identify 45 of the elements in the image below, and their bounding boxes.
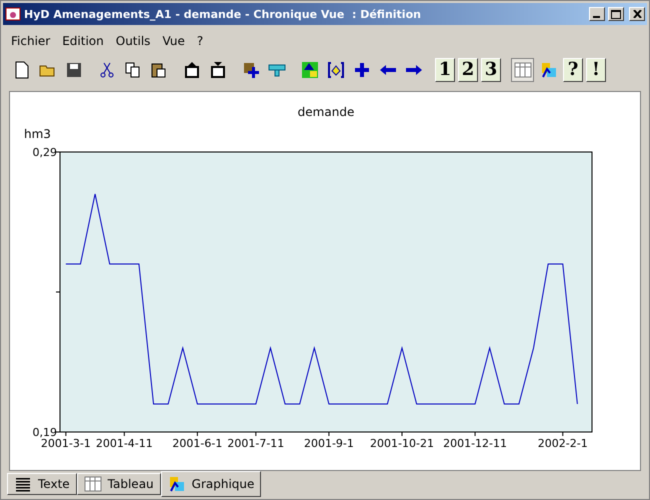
x-tick-label: 2002-2-1 <box>538 437 588 450</box>
table-icon <box>514 61 532 79</box>
x-tick-label: 2001-4-11 <box>96 437 153 450</box>
y-tick-label: 0,19 <box>32 426 57 439</box>
x-tick-label: 2001-6-1 <box>172 437 222 450</box>
menu-item[interactable]: Vue <box>156 34 191 48</box>
x-tick-label: 2001-12-11 <box>443 437 508 450</box>
scissors-icon <box>98 61 116 79</box>
tab[interactable]: Tableau <box>76 473 161 495</box>
window-title: HyD Amenagements_A1 - demande - Chronique Vue : Définition <box>24 8 422 20</box>
menu-item[interactable]: ? <box>190 34 210 48</box>
minimize-button[interactable] <box>589 7 605 21</box>
chart-icon <box>168 475 186 493</box>
maximize-button[interactable] <box>608 7 624 21</box>
menu-item[interactable]: Edition <box>56 34 110 48</box>
toolbar-button[interactable]: 2 <box>458 58 478 82</box>
x-tick-label: 2001-10-21 <box>370 437 434 450</box>
add-folder-icon <box>242 61 260 79</box>
x-tick-label: 2001-3-1 <box>40 437 91 450</box>
lines-icon <box>14 475 32 493</box>
x-tick-label: 2001-7-11 <box>227 437 284 450</box>
app-icon <box>5 6 21 22</box>
maximize-icon <box>611 10 621 18</box>
tab[interactable]: Graphique <box>160 471 262 497</box>
menu-item[interactable]: Outils <box>110 34 156 48</box>
toolbar-button[interactable]: 3 <box>481 58 501 82</box>
copy-icon <box>124 61 142 79</box>
page-icon <box>12 61 30 79</box>
close-button[interactable] <box>629 7 645 21</box>
x-tick-label: 2001-9-1 <box>304 437 354 450</box>
move-up-icon <box>182 61 200 79</box>
chart-title: demande <box>298 105 354 119</box>
y-tick-label: 0,29 <box>32 146 57 159</box>
toolbar-button[interactable]: ! <box>586 58 606 82</box>
plus-icon <box>352 61 370 79</box>
tab[interactable]: Texte <box>7 473 77 495</box>
table-icon <box>84 475 102 493</box>
toolbar-button[interactable]: ? <box>563 58 583 82</box>
clipboard-icon <box>150 61 168 79</box>
chart-icon <box>540 61 558 79</box>
y-axis-unit: hm3 <box>24 127 51 141</box>
close-icon <box>632 10 642 18</box>
menu-item[interactable]: Fichier <box>5 34 56 48</box>
move-down-icon <box>208 61 226 79</box>
toolbar-button[interactable]: 1 <box>435 58 455 82</box>
